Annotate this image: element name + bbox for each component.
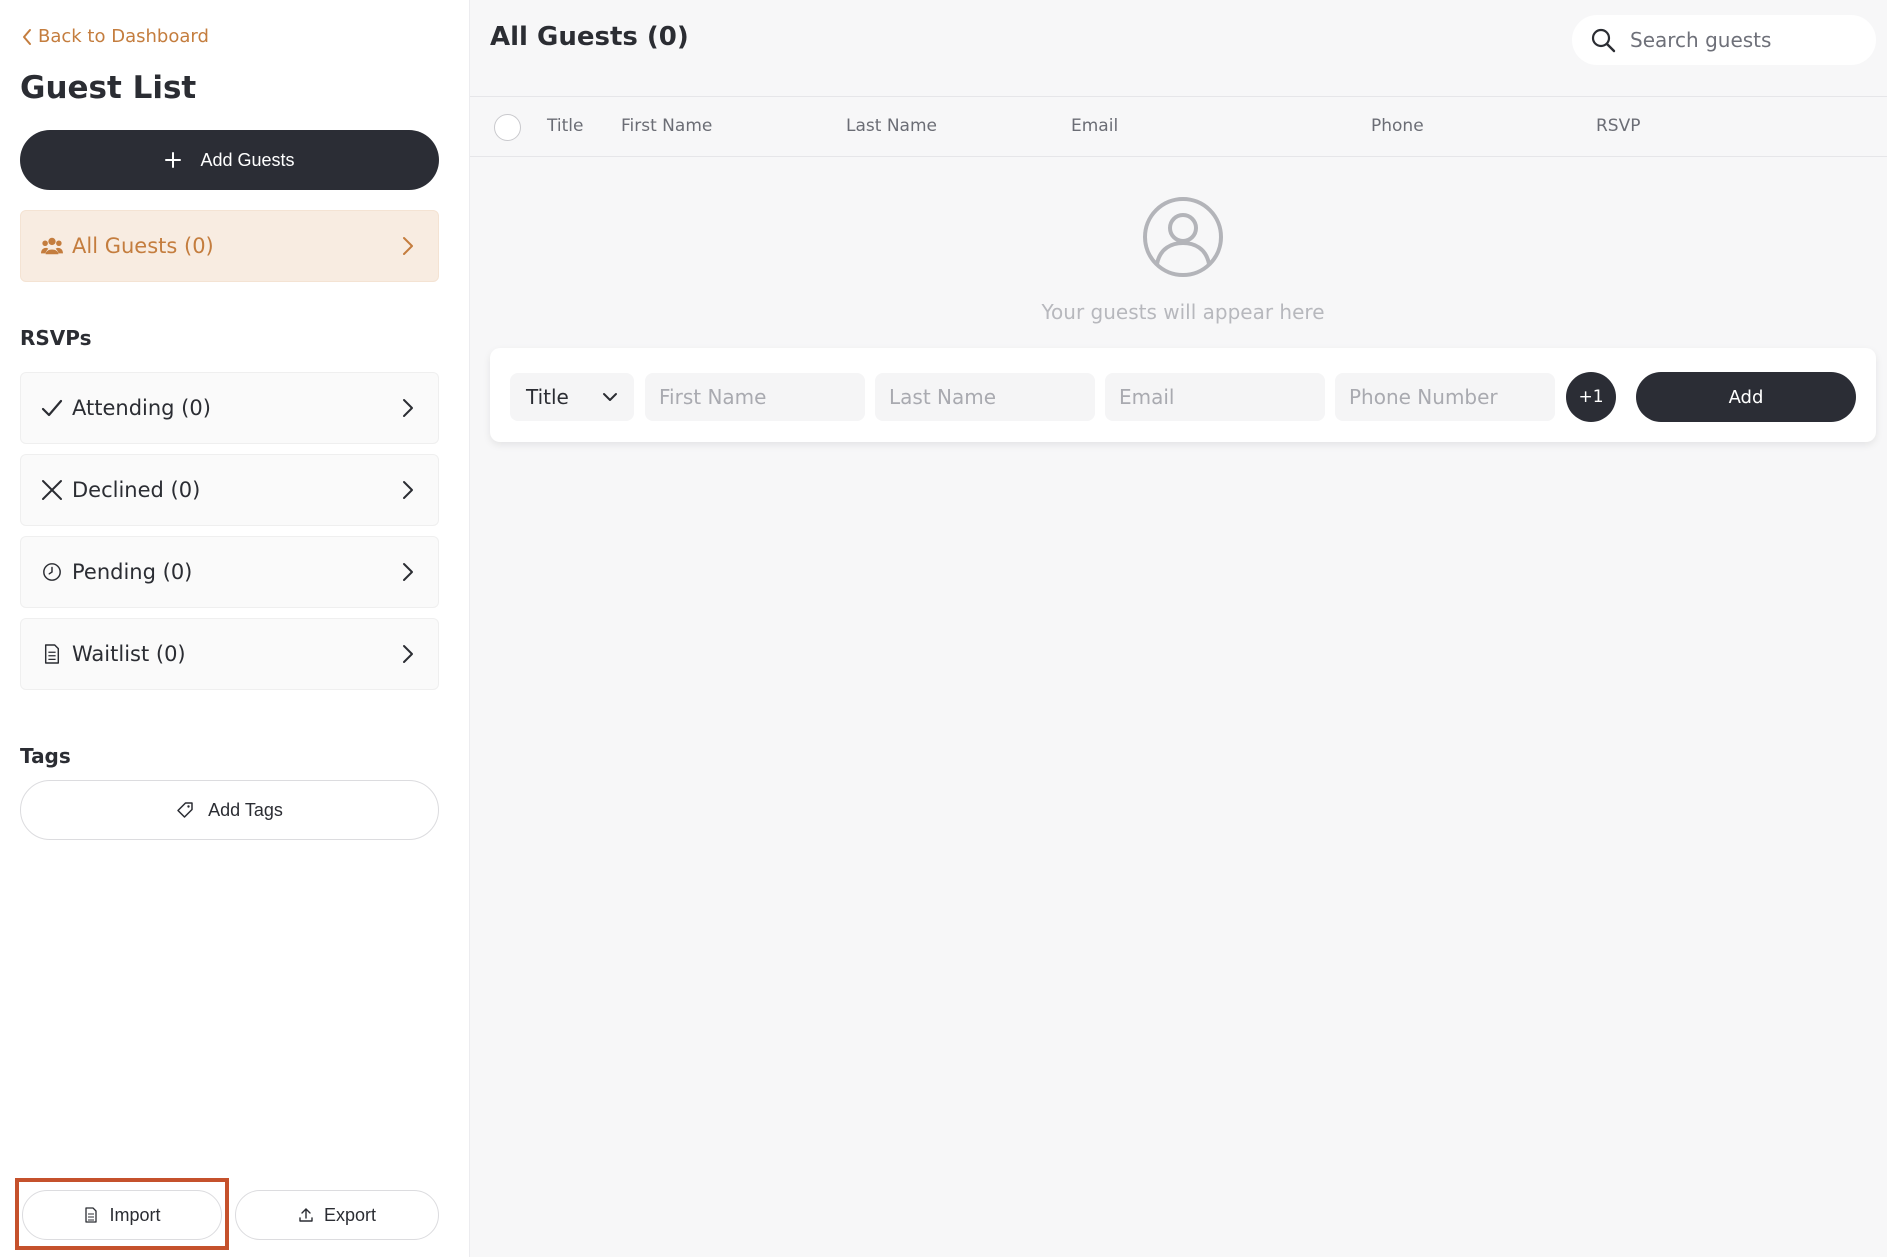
sidebar-item-label: Waitlist (0) [72, 642, 186, 666]
column-header-email[interactable]: Email [1071, 116, 1118, 136]
export-label: Export [323, 1204, 377, 1225]
column-header-title[interactable]: Title [547, 116, 583, 136]
column-header-rsvp[interactable]: RSVP [1596, 116, 1640, 136]
empty-state-text: Your guests will appear here [1041, 300, 1325, 324]
import-label: Import [109, 1204, 161, 1225]
sidebar-item-label: Declined (0) [72, 478, 201, 502]
add-guests-button[interactable]: Add Guests [20, 130, 439, 190]
sidebar-item-waitlist[interactable]: Waitlist (0) [20, 618, 439, 690]
main-title: All Guests (0) [490, 22, 689, 52]
sidebar-item-pending[interactable]: Pending (0) [20, 536, 439, 608]
search-input[interactable] [1630, 28, 1850, 52]
add-tags-label: Add Tags [208, 799, 283, 820]
plus-one-button[interactable]: +1 [1566, 372, 1616, 422]
back-to-dashboard-link[interactable]: Back to Dashboard [20, 26, 209, 47]
back-link-label: Back to Dashboard [38, 26, 209, 47]
user-avatar-icon [1143, 197, 1223, 277]
chevron-right-icon [403, 645, 413, 663]
rsvps-heading: RSVPs [20, 326, 92, 350]
chevron-right-icon [403, 237, 413, 255]
document-icon [85, 1207, 98, 1223]
column-header-last-name[interactable]: Last Name [846, 116, 937, 136]
tags-heading: Tags [20, 744, 71, 768]
chevron-down-icon [603, 393, 617, 401]
tag-icon [177, 802, 193, 818]
search-icon [1591, 28, 1616, 53]
title-select[interactable]: Title [510, 373, 634, 421]
add-tags-button[interactable]: Add Tags [20, 780, 439, 840]
chevron-right-icon [403, 399, 413, 417]
check-icon [41, 397, 63, 419]
select-all-checkbox[interactable] [494, 114, 521, 141]
sidebar-item-attending[interactable]: Attending (0) [20, 372, 439, 444]
email-input[interactable] [1105, 373, 1325, 421]
chevron-right-icon [403, 563, 413, 581]
phone-number-input[interactable] [1335, 373, 1555, 421]
chevron-right-icon [403, 481, 413, 499]
first-name-input[interactable] [645, 373, 865, 421]
sidebar: Back to Dashboard Guest List Add Guests … [0, 0, 470, 1257]
sidebar-item-label: All Guests (0) [72, 234, 214, 258]
sidebar-item-label: Pending (0) [72, 560, 193, 584]
sidebar-item-label: Attending (0) [72, 396, 211, 420]
plus-icon [165, 152, 182, 168]
sidebar-item-declined[interactable]: Declined (0) [20, 454, 439, 526]
column-header-first-name[interactable]: First Name [621, 116, 712, 136]
upload-icon [299, 1208, 313, 1222]
title-select-value: Title [526, 385, 569, 409]
search-box[interactable] [1572, 15, 1876, 65]
chevron-left-icon [23, 28, 31, 45]
x-icon [41, 479, 63, 501]
users-icon [41, 235, 63, 257]
table-header: Title First Name Last Name Email Phone R… [470, 96, 1887, 157]
last-name-input[interactable] [875, 373, 1095, 421]
add-guest-row: Title +1 Add [490, 348, 1876, 442]
column-header-phone[interactable]: Phone [1371, 116, 1424, 136]
page-title: Guest List [20, 70, 197, 106]
clock-icon [41, 561, 63, 583]
export-button[interactable]: Export [235, 1190, 439, 1240]
add-guests-label: Add Guests [200, 149, 295, 170]
import-button[interactable]: Import [22, 1190, 222, 1240]
add-button[interactable]: Add [1636, 372, 1856, 422]
sidebar-item-all-guests[interactable]: All Guests (0) [20, 210, 439, 282]
document-icon [41, 643, 63, 665]
